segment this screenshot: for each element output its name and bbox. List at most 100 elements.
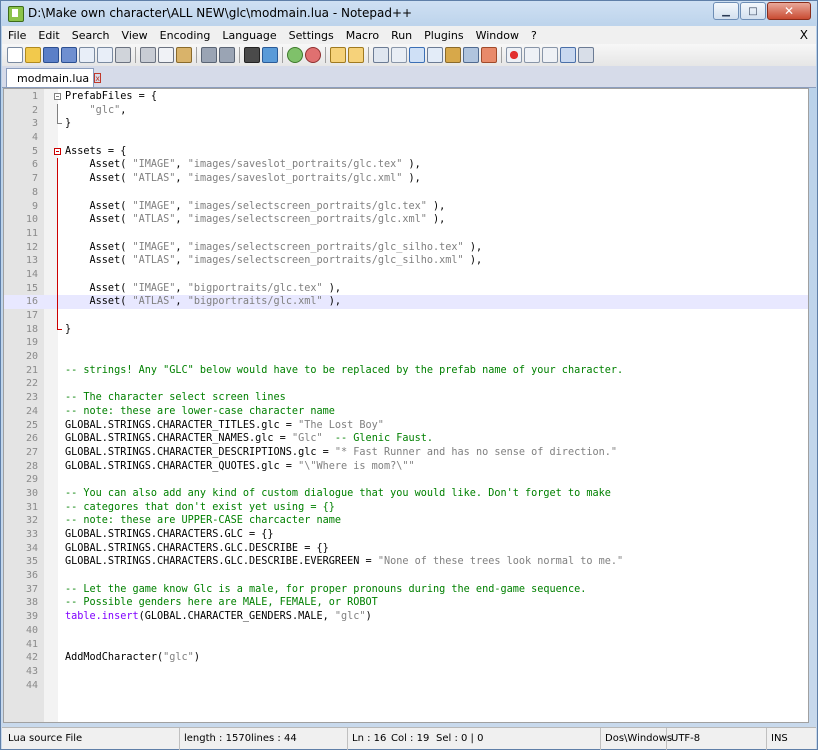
code-line[interactable]: 34 GLOBAL.STRINGS.CHARACTERS.GLC.DESCRIBE… bbox=[4, 542, 808, 556]
code-line[interactable]: 36 bbox=[4, 569, 808, 583]
save-macro-icon[interactable] bbox=[578, 47, 594, 63]
menu-language[interactable]: Language bbox=[216, 29, 282, 42]
menu-macro[interactable]: Macro bbox=[340, 29, 385, 42]
code-line[interactable]: 18} bbox=[4, 322, 808, 337]
code-line[interactable]: 31 -- categores that don't exist yet usin… bbox=[4, 501, 808, 515]
fold-marker[interactable] bbox=[52, 145, 66, 159]
code-line[interactable]: 32 -- note: these are UPPER-CASE charcact… bbox=[4, 514, 808, 528]
code-editor[interactable]: 1 PrefabFiles = {2 "glc", 3} 4 5 Assets = {6 … bbox=[3, 88, 809, 723]
code-line[interactable]: 3} bbox=[4, 117, 808, 131]
fold-toggle-icon[interactable] bbox=[54, 147, 61, 155]
save-all-icon[interactable] bbox=[61, 47, 77, 63]
code-line[interactable]: 29 bbox=[4, 473, 808, 487]
code-line[interactable]: 33 GLOBAL.STRINGS.CHARACTERS.GLC = {} bbox=[4, 528, 808, 542]
menu-encoding[interactable]: Encoding bbox=[154, 29, 217, 42]
menu-edit[interactable]: Edit bbox=[32, 29, 65, 42]
menu-view[interactable]: View bbox=[116, 29, 154, 42]
sync-horizontal-icon[interactable] bbox=[348, 47, 364, 63]
play-macro-icon[interactable] bbox=[542, 47, 558, 63]
maximize-button[interactable]: □ bbox=[740, 2, 766, 20]
record-macro-icon[interactable] bbox=[506, 47, 522, 63]
code-line[interactable]: 35 GLOBAL.STRINGS.CHARACTERS.GLC.DESCRIBE… bbox=[4, 555, 808, 569]
indent-guide-icon[interactable] bbox=[409, 47, 425, 63]
code-line[interactable]: 26 GLOBAL.STRINGS.CHARACTER_NAMES.glc = "… bbox=[4, 432, 808, 446]
sync-vertical-icon[interactable] bbox=[330, 47, 346, 63]
close-all-icon[interactable] bbox=[97, 47, 113, 63]
save-icon[interactable] bbox=[43, 47, 59, 63]
code-line[interactable]: 12 Asset( "IMAGE", "images/selectscreen_… bbox=[4, 240, 808, 255]
code-line[interactable]: 44 bbox=[4, 679, 808, 693]
code-line[interactable]: 42 AddModCharacter("glc") bbox=[4, 651, 808, 665]
title-bar[interactable]: D:\Make own character\ALL NEW\glc\modmai… bbox=[1, 1, 817, 25]
code-line[interactable]: 8 bbox=[4, 185, 808, 200]
copy-icon[interactable] bbox=[158, 47, 174, 63]
code-line[interactable]: 28 GLOBAL.STRINGS.CHARACTER_QUOTES.glc = … bbox=[4, 460, 808, 474]
folder-workspace-icon[interactable] bbox=[481, 47, 497, 63]
code-line[interactable]: 21 -- strings! Any "GLC" below would have… bbox=[4, 364, 808, 378]
code-line[interactable]: 23 -- The character select screen lines bbox=[4, 391, 808, 405]
word-wrap-icon[interactable] bbox=[373, 47, 389, 63]
cut-icon[interactable] bbox=[140, 47, 156, 63]
zoom-in-icon[interactable] bbox=[287, 47, 303, 63]
code-line[interactable]: 41 bbox=[4, 638, 808, 652]
doc-map-icon[interactable] bbox=[445, 47, 461, 63]
code-line[interactable]: 30 -- You can also add any kind of custom… bbox=[4, 487, 808, 501]
code-line[interactable]: 37 -- Let the game know Glc is a male, fo… bbox=[4, 583, 808, 597]
redo-icon[interactable] bbox=[219, 47, 235, 63]
open-file-icon[interactable] bbox=[25, 47, 41, 63]
code-line[interactable]: 11 bbox=[4, 226, 808, 241]
menu-file[interactable]: File bbox=[2, 29, 32, 42]
find-icon[interactable] bbox=[244, 47, 260, 63]
user-language-icon[interactable] bbox=[427, 47, 443, 63]
code-line[interactable]: 4 bbox=[4, 131, 808, 145]
code-line[interactable]: 16 Asset( "ATLAS", "bigportraits/glc.xml… bbox=[4, 295, 808, 309]
code-line[interactable]: 5 Assets = { bbox=[4, 145, 808, 159]
tab-close-icon[interactable]: x bbox=[94, 73, 101, 83]
code-line[interactable]: 43 bbox=[4, 665, 808, 679]
run-macro-multiple-icon[interactable] bbox=[560, 47, 576, 63]
code-line[interactable]: 22 bbox=[4, 377, 808, 391]
minimize-button[interactable]: ▁ bbox=[713, 2, 739, 20]
code-line[interactable]: 20 bbox=[4, 350, 808, 364]
stop-macro-icon[interactable] bbox=[524, 47, 540, 63]
replace-icon[interactable] bbox=[262, 47, 278, 63]
code-line[interactable]: 15 Asset( "IMAGE", "bigportraits/glc.tex… bbox=[4, 281, 808, 296]
code-line[interactable]: 1 PrefabFiles = { bbox=[4, 90, 808, 104]
print-icon[interactable] bbox=[115, 47, 131, 63]
fold-marker[interactable] bbox=[52, 90, 66, 104]
fold-marker bbox=[52, 419, 66, 433]
code-line[interactable]: 24 -- note: these are lower-case characte… bbox=[4, 405, 808, 419]
menu-help[interactable]: ? bbox=[525, 29, 543, 42]
code-line[interactable]: 7 Asset( "ATLAS", "images/saveslot_portr… bbox=[4, 172, 808, 186]
zoom-out-icon[interactable] bbox=[305, 47, 321, 63]
code-line[interactable]: 9 Asset( "IMAGE", "images/selectscreen_p… bbox=[4, 199, 808, 214]
close-document-x[interactable]: X bbox=[800, 28, 808, 42]
undo-icon[interactable] bbox=[201, 47, 217, 63]
menu-plugins[interactable]: Plugins bbox=[418, 29, 469, 42]
code-line[interactable]: 2 "glc", bbox=[4, 103, 808, 118]
status-lines: lines : 44 bbox=[251, 733, 297, 744]
close-icon[interactable] bbox=[79, 47, 95, 63]
code-line[interactable]: 38 -- Possible genders here are MALE, FEM… bbox=[4, 596, 808, 610]
paste-icon[interactable] bbox=[176, 47, 192, 63]
menu-run[interactable]: Run bbox=[385, 29, 418, 42]
menu-window[interactable]: Window bbox=[470, 29, 525, 42]
menu-search[interactable]: Search bbox=[66, 29, 116, 42]
code-line[interactable]: 25 GLOBAL.STRINGS.CHARACTER_TITLES.glc = … bbox=[4, 419, 808, 433]
new-file-icon[interactable] bbox=[7, 47, 23, 63]
show-all-chars-icon[interactable] bbox=[391, 47, 407, 63]
code-line[interactable]: 40 bbox=[4, 624, 808, 638]
menu-settings[interactable]: Settings bbox=[283, 29, 340, 42]
code-line[interactable]: 17 bbox=[4, 309, 808, 323]
close-window-button[interactable]: ✕ bbox=[767, 2, 811, 20]
code-line[interactable]: 10 Asset( "ATLAS", "images/selectscreen_… bbox=[4, 213, 808, 227]
code-line[interactable]: 19 bbox=[4, 336, 808, 350]
code-line[interactable]: 14 bbox=[4, 267, 808, 282]
code-line[interactable]: 13 Asset( "ATLAS", "images/selectscreen_… bbox=[4, 254, 808, 268]
function-list-icon[interactable] bbox=[463, 47, 479, 63]
code-line[interactable]: 39 table.insert(GLOBAL.CHARACTER_GENDERS.… bbox=[4, 610, 808, 624]
tab-modmain-lua[interactable]: modmain.lua x bbox=[6, 68, 101, 87]
fold-toggle-icon[interactable] bbox=[54, 93, 61, 100]
code-line[interactable]: 6 Asset( "IMAGE", "images/saveslot_portr… bbox=[4, 158, 808, 173]
code-line[interactable]: 27 GLOBAL.STRINGS.CHARACTER_DESCRIPTIONS.… bbox=[4, 446, 808, 460]
